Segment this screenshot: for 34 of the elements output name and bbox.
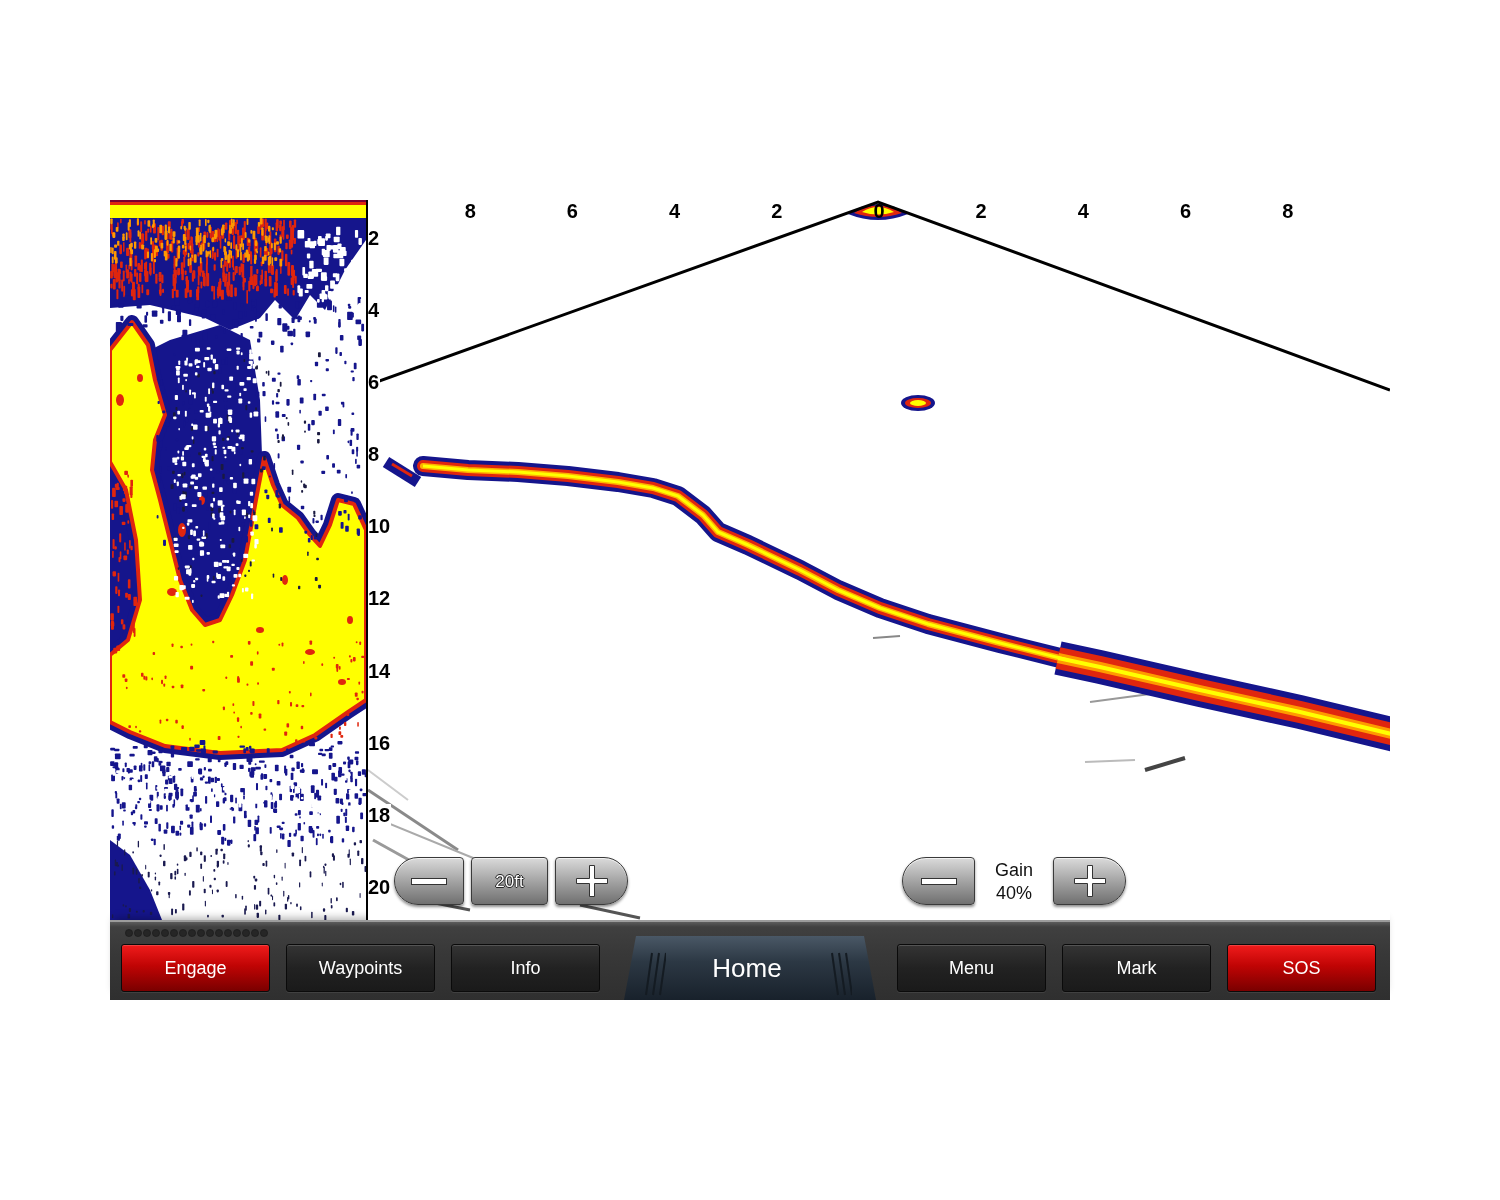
range-minus-button[interactable] [394, 857, 464, 905]
gain-value: 40% [996, 882, 1032, 903]
range-tick-label: 2 [975, 200, 987, 222]
groove-lines-icon [828, 951, 852, 997]
range-tick-label: 8 [464, 200, 476, 222]
soft-key-button[interactable]: Engage [121, 944, 270, 992]
noise-streak [872, 635, 901, 639]
minus-icon [920, 877, 957, 885]
noise-streak [1084, 759, 1136, 763]
soft-key-button[interactable]: Menu [897, 944, 1046, 992]
range-tick-label: 2 [771, 200, 783, 222]
noise-streak [579, 903, 641, 920]
soft-key-button[interactable]: Info [451, 944, 600, 992]
depth-tick-label: 18 [368, 803, 392, 826]
range-tick-label: 4 [1077, 200, 1089, 222]
gain-minus-button[interactable] [902, 857, 975, 905]
range-tick-label: 6 [566, 200, 578, 222]
gain-plus-button[interactable] [1053, 857, 1126, 905]
range-plus-button[interactable] [555, 857, 628, 905]
soft-key-button[interactable]: Mark [1062, 944, 1211, 992]
grip-handle-icon[interactable] [125, 929, 268, 937]
plus-icon [1073, 865, 1106, 897]
home-button[interactable]: Home [624, 936, 876, 1000]
range-tick-label: 6 [1179, 200, 1192, 222]
soft-key-button[interactable]: Waypoints [286, 944, 435, 992]
groove-lines-icon [642, 951, 666, 997]
gain-label: Gain [995, 859, 1033, 880]
range-tick-label: 8 [1282, 200, 1294, 222]
fish-echo [901, 395, 935, 411]
plus-icon [575, 865, 608, 897]
noise-streak [1144, 756, 1186, 772]
soft-key-button[interactable]: SOS [1227, 944, 1376, 992]
range-tick-label: 4 [669, 200, 681, 222]
minus-icon [411, 877, 447, 885]
